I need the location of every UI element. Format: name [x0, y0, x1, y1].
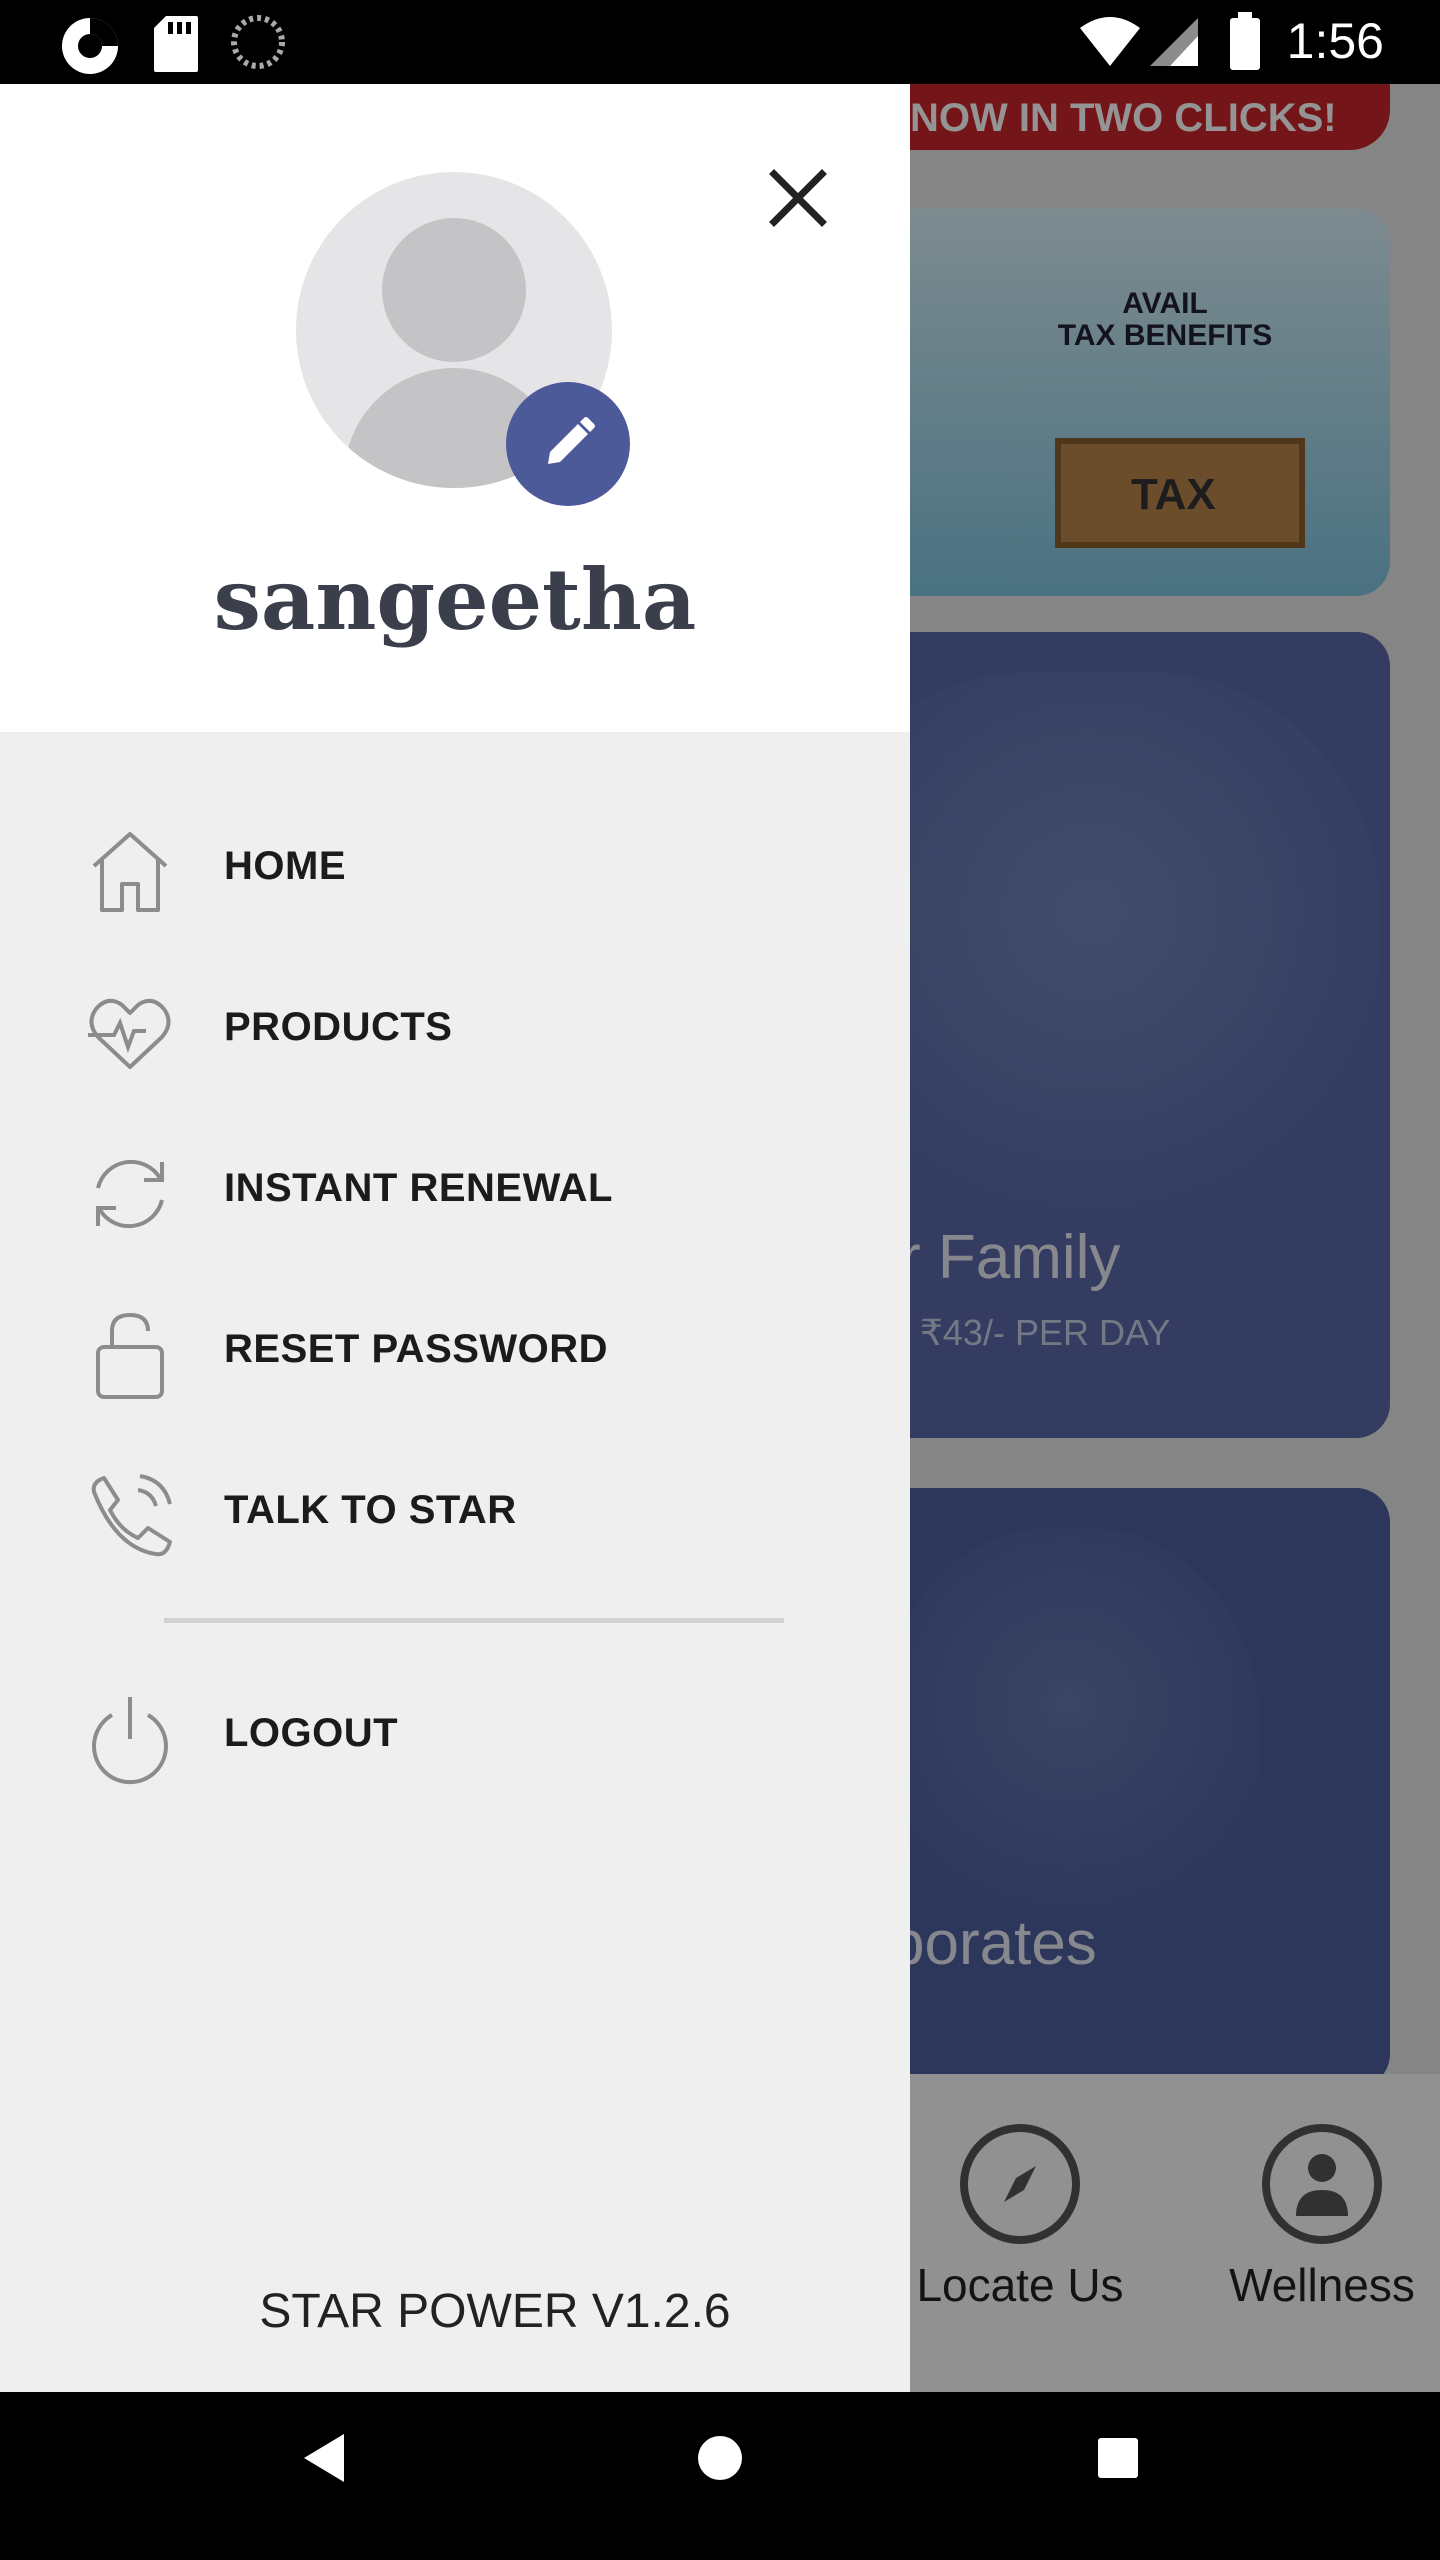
- sync-icon: [230, 14, 286, 75]
- menu-item-reset-password[interactable]: RESET PASSWORD: [0, 1293, 910, 1413]
- back-icon[interactable]: [300, 2432, 348, 2489]
- menu-item-products[interactable]: PRODUCTS: [0, 971, 910, 1091]
- menu-item-label: INSTANT RENEWAL: [224, 1166, 613, 1210]
- drawer-header: sangeetha: [0, 84, 910, 732]
- user-name: sangeetha: [213, 550, 697, 649]
- close-icon: [769, 169, 827, 227]
- refresh-icon: [84, 1148, 176, 1240]
- menu-item-label: RESET PASSWORD: [224, 1327, 609, 1371]
- pencil-icon: [548, 417, 595, 464]
- wifi-icon: [1078, 16, 1142, 73]
- home-button-icon[interactable]: [696, 2434, 744, 2487]
- app-version: STAR POWER V1.2.6: [259, 2285, 731, 2338]
- recents-icon[interactable]: [1096, 2436, 1140, 2485]
- status-time: 1:56: [1286, 13, 1384, 69]
- avatar-head: [382, 218, 526, 362]
- system-navigation-bar: [0, 2392, 1440, 2560]
- menu-item-label: LOGOUT: [224, 1711, 399, 1755]
- menu-item-label: PRODUCTS: [224, 1005, 453, 1049]
- menu-item-logout[interactable]: LOGOUT: [0, 1677, 910, 1797]
- edit-profile-button[interactable]: [506, 382, 630, 506]
- sd-card-icon: [152, 14, 200, 79]
- cell-signal-icon: [1148, 16, 1200, 73]
- navigation-drawer: sangeetha HOME PRODUCTS INSTANT RENEWAL …: [0, 84, 910, 2392]
- close-drawer-button[interactable]: [764, 164, 832, 232]
- power-icon: [84, 1693, 176, 1785]
- status-bar: 1:56: [0, 0, 1440, 84]
- menu-item-home[interactable]: HOME: [0, 810, 910, 930]
- menu-item-instant-renewal[interactable]: INSTANT RENEWAL: [0, 1132, 910, 1252]
- menu-item-talk-to-star[interactable]: TALK TO STAR: [0, 1454, 910, 1574]
- battery-icon: [1228, 12, 1262, 77]
- phone-icon: [84, 1470, 176, 1562]
- menu-item-label: TALK TO STAR: [224, 1488, 517, 1532]
- lock-icon: [84, 1309, 176, 1401]
- heartbeat-icon: [84, 987, 176, 1079]
- menu-item-label: HOME: [224, 844, 346, 888]
- home-icon: [84, 826, 176, 918]
- app-notification-icon: [58, 14, 122, 83]
- menu-divider: [164, 1618, 784, 1623]
